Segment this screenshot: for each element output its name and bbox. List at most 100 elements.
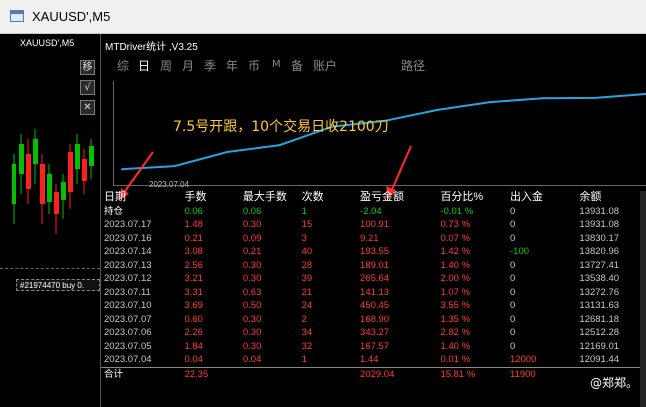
col-balance[interactable]: 余额 (579, 191, 646, 205)
cell-percent: 1.42 % (440, 246, 471, 257)
table-row[interactable]: 2023.07.05 1.84 0.30 32 167.57 1.40 % 0 12169.0… (101, 340, 646, 354)
cell-profit: 193.55 (360, 246, 390, 257)
cell-lots: 3.08 (184, 246, 203, 257)
cell-date: 2023.07.16 (104, 232, 152, 244)
col-max-lots[interactable]: 最大手数 (243, 191, 302, 205)
cell-lots: 22.35 (184, 366, 243, 381)
cell-max-lots: 0.06 (242, 205, 262, 217)
arrow-left-line (122, 151, 154, 195)
cell-balance: 13830.17 (579, 232, 620, 244)
cell-profit: 141.13 (360, 286, 390, 298)
cell-percent: 15.81 % (440, 366, 510, 381)
cell-max-lots: 0.30 (242, 219, 262, 230)
cell-count: 1 (301, 205, 307, 217)
cell-deposit: 0 (510, 313, 516, 325)
cell-count: 2 (301, 313, 307, 325)
cell-lots: 3.31 (184, 286, 203, 298)
cell-lots: 2.26 (184, 327, 203, 338)
table-row[interactable]: 2023.07.07 0.60 0.30 2 168.90 1.35 % 0 12681.18 (101, 313, 646, 327)
order-line-label[interactable]: #21974470 buy 0. (16, 279, 100, 291)
holding-row[interactable]: 持仓 0.06 0.06 1 -2.04 -0.01 % 0 13931.08 (101, 205, 646, 219)
cell-percent: -0.01 % (440, 205, 474, 217)
close-button[interactable]: ✕ (80, 100, 95, 115)
cell-percent: 0.73 % (440, 219, 471, 230)
total-row[interactable]: 合计 22.35 2029.04 15.81 % 11900 (101, 366, 646, 381)
candle (68, 152, 73, 192)
table-row[interactable]: 2023.07.13 2.56 0.30 28 189.01 1.40 % 0 13727.4… (101, 259, 646, 273)
mtdriver-stats-panel: MTDriver统计 ,V3.25 综 日 周 月 季 年 币 M 备 账户 路… (100, 34, 646, 407)
cell-count (301, 366, 361, 381)
table-row[interactable]: 2023.07.17 1.48 0.30 15 100.91 0.73 % 0 13931.0… (101, 218, 646, 232)
cell-count: 39 (301, 273, 313, 284)
table-row[interactable]: 2023.07.10 3.69 0.50 24 450.45 3.55 % 0 13131.6… (101, 299, 646, 313)
cell-max-lots: 0.30 (242, 259, 262, 271)
cell-max-lots: 0.30 (242, 313, 262, 325)
table-row[interactable]: 2023.07.04 0.04 0.04 1 1.44 0.01 % 12000 12091.… (101, 353, 646, 367)
chart-window-icon (10, 10, 24, 22)
window-title-bar: XAUUSD',M5 (0, 0, 646, 34)
daily-stats-table: 日期 手数 最大手数 次数 盈亏金额 百分比% 出入金 余额 持仓 0.06 0… (101, 191, 646, 381)
cell-count: 28 (301, 259, 313, 271)
arrow-right-line (390, 145, 412, 193)
cell-max-lots: 0.30 (242, 327, 262, 338)
cell-max-lots: 0.09 (242, 232, 262, 244)
table-row[interactable]: 2023.07.12 3.21 0.30 39 265.64 2.00 % 0 13538.4… (101, 272, 646, 286)
cell-date: 2023.07.06 (104, 327, 152, 338)
cell-percent: 3.55 % (440, 300, 471, 311)
check-button[interactable]: √ (80, 80, 95, 95)
cell-percent: 1.35 % (440, 313, 471, 325)
cell-balance: 12169.01 (579, 340, 620, 352)
table-row[interactable]: 2023.07.14 3.08 0.21 40 193.55 1.42 % -100 1382… (101, 245, 646, 259)
cell-percent: 2.00 % (440, 273, 471, 284)
cell-balance: 12091.44 (579, 354, 620, 365)
cell-deposit: 0 (510, 286, 516, 298)
col-date[interactable]: 日期 (101, 191, 184, 205)
candle (61, 182, 66, 200)
cell-deposit: -100 (510, 246, 530, 257)
cell-balance: 13931.08 (579, 219, 620, 230)
cell-date: 2023.07.07 (104, 313, 152, 325)
col-profit[interactable]: 盈亏金额 (360, 191, 440, 205)
cell-max-lots: 0.30 (242, 273, 262, 284)
cell-balance: 13820.96 (579, 246, 620, 257)
cell-lots: 2.56 (184, 259, 203, 271)
cell-deposit: 0 (510, 340, 516, 352)
cell-deposit: 0 (510, 273, 516, 284)
table-row[interactable]: 2023.07.16 0.21 0.09 3 9.21 0.07 % 0 13830.17 (101, 232, 646, 246)
cell-percent: 0.07 % (440, 232, 471, 244)
cell-deposit: 0 (510, 259, 516, 271)
table-scrollbar[interactable] (640, 191, 646, 407)
col-lots[interactable]: 手数 (184, 191, 242, 205)
chart-separator (0, 268, 100, 269)
table-row[interactable]: 2023.07.11 3.31 0.63 21 141.13 1.07 % 0 13272.7… (101, 286, 646, 300)
cell-percent: 1.40 % (440, 259, 471, 271)
cell-count: 1 (301, 354, 307, 365)
cell-date: 2023.07.05 (104, 340, 152, 352)
cell-max-lots: 0.04 (242, 354, 262, 365)
cell-lots: 0.06 (184, 205, 203, 217)
cell-lots: 3.69 (184, 300, 203, 311)
holding-label: 持仓 (104, 205, 124, 217)
col-percent[interactable]: 百分比% (440, 191, 510, 205)
cell-date: 2023.07.14 (104, 246, 152, 257)
cell-profit: -2.04 (360, 205, 382, 217)
table-row[interactable]: 2023.07.06 2.26 0.30 34 343.27 2.82 % 0 12512.2… (101, 326, 646, 340)
cell-max-lots: 0.30 (242, 340, 262, 352)
cell-profit: 450.45 (360, 300, 390, 311)
cell-count: 34 (301, 327, 313, 338)
cell-count: 15 (301, 219, 313, 230)
cell-date: 2023.07.13 (104, 259, 152, 271)
cell-max-lots: 0.63 (242, 286, 262, 298)
cell-deposit: 0 (510, 219, 516, 230)
window-title: XAUUSD',M5 (32, 9, 111, 24)
cell-balance: 12512.28 (579, 327, 620, 338)
cell-balance: 12681.18 (579, 313, 620, 325)
candle (33, 139, 38, 164)
cell-lots: 0.04 (184, 354, 203, 365)
cell-date: 2023.07.17 (104, 219, 152, 230)
col-deposit[interactable]: 出入金 (510, 191, 579, 205)
cell-deposit: 0 (510, 300, 516, 311)
move-button[interactable]: 移 (80, 60, 95, 75)
cell-count: 40 (301, 246, 313, 257)
col-count[interactable]: 次数 (302, 191, 360, 205)
